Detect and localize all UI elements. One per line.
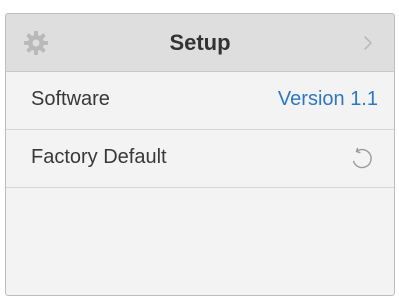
factory-default-row[interactable]: Factory Default — [6, 130, 394, 188]
setup-panel: Setup Software Version 1.1 Factory Defau… — [5, 13, 395, 296]
page-title: Setup — [169, 30, 231, 55]
chevron-right-icon[interactable] — [362, 33, 374, 53]
factory-default-label: Factory Default — [31, 146, 167, 168]
software-row: Software Version 1.1 — [6, 72, 394, 130]
setup-header: Setup — [6, 14, 394, 72]
reset-icon[interactable] — [349, 146, 375, 172]
software-label: Software — [31, 88, 110, 110]
software-version-link[interactable]: Version 1.1 — [278, 88, 378, 111]
